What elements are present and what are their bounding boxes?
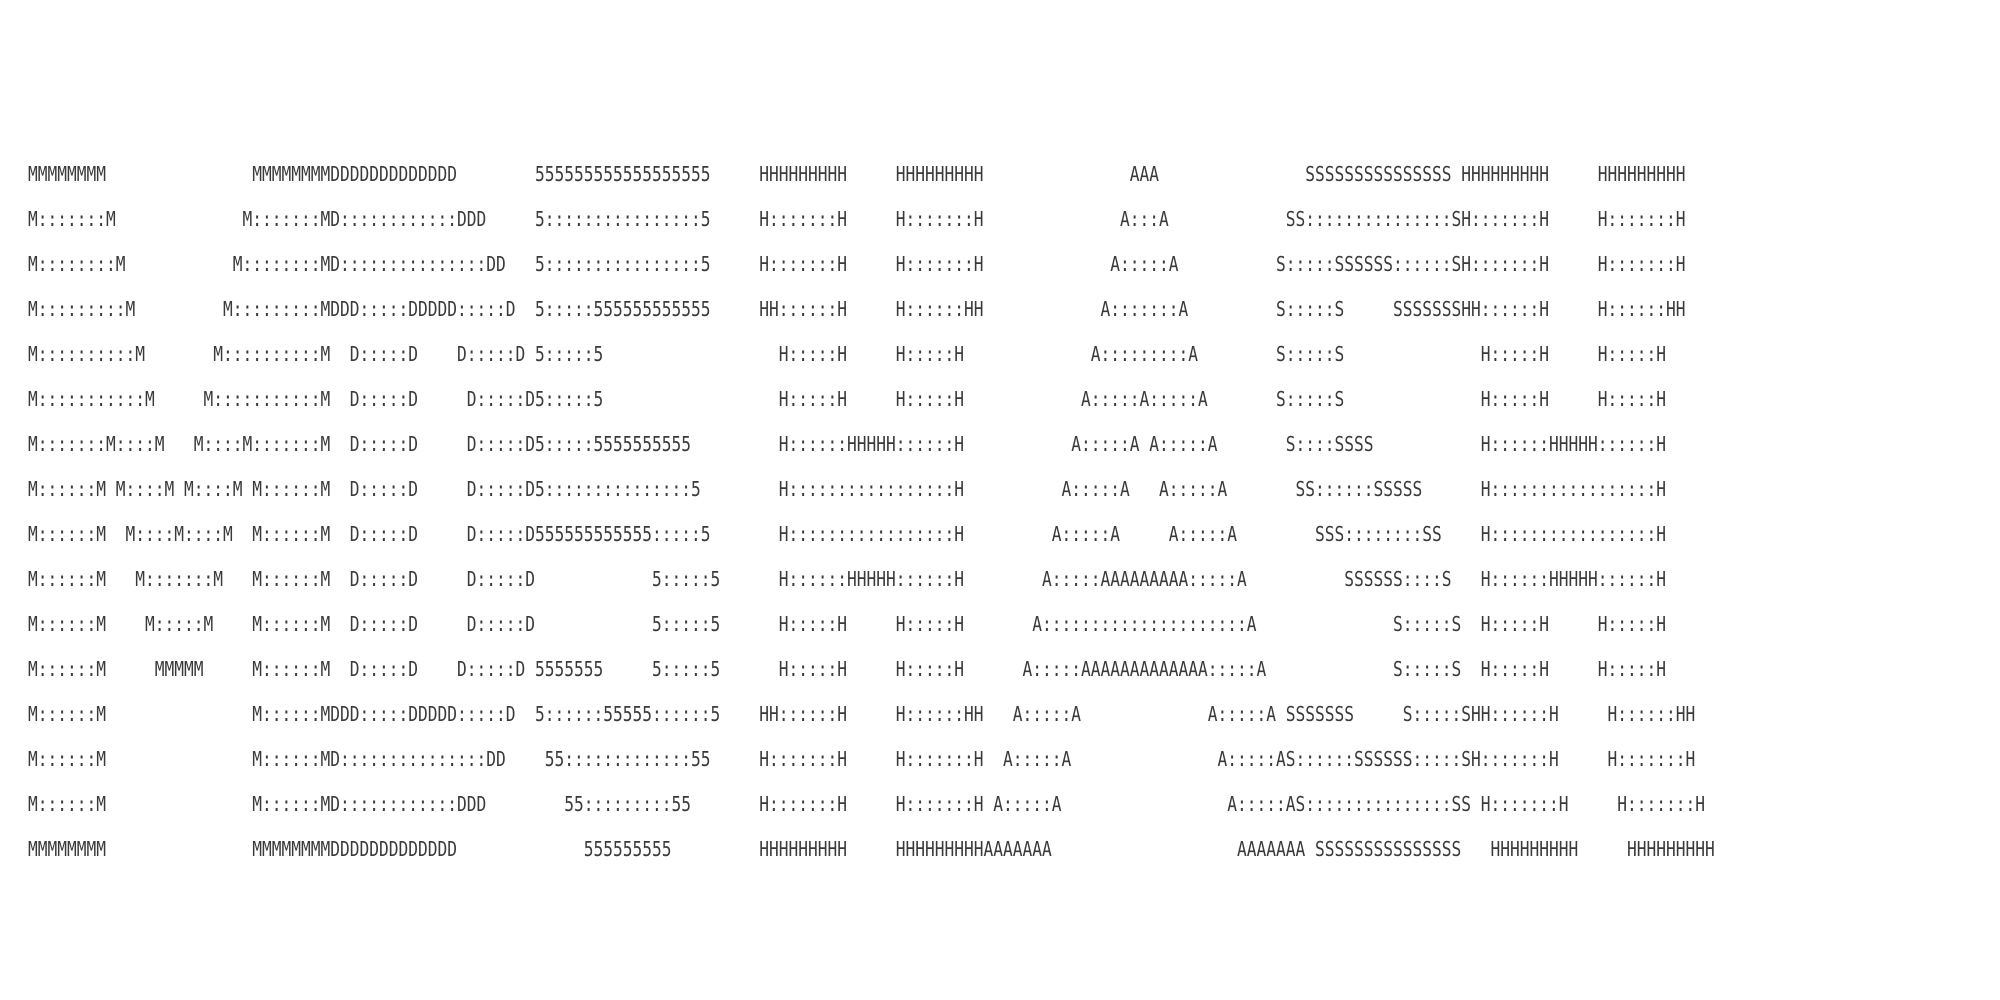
ascii-art-line-15: M::::::M M::::::MD::::::::::::DDD 55::::… xyxy=(28,792,1706,816)
ascii-art-line-1: MMMMMMMM MMMMMMMMDDDDDDDDDDDDD 555555555… xyxy=(28,162,1686,186)
ascii-art-line-4: M:::::::::M M:::::::::MDDD:::::DDDDD::::… xyxy=(28,297,1686,321)
ascii-art-line-14: M::::::M M::::::MD:::::::::::::::DD 55::… xyxy=(28,747,1696,771)
ascii-art-line-7: M:::::::M::::M M::::M:::::::M D:::::D D:… xyxy=(28,432,1667,456)
ascii-art-line-16: MMMMMMMM MMMMMMMMDDDDDDDDDDDDD 555555555… xyxy=(28,837,1715,861)
ascii-art-line-9: M::::::M M::::M::::M M::::::M D:::::D D:… xyxy=(28,522,1667,546)
page: { "ascii_art": { "lines": [ "MMMMMMMM MM… xyxy=(0,0,2000,1000)
ascii-art-line-12: M::::::M MMMMM M::::::M D:::::D D:::::D … xyxy=(28,657,1667,681)
ascii-art-line-6: M:::::::::::M M:::::::::::M D:::::D D:::… xyxy=(28,387,1667,411)
ascii-art-line-2: M:::::::M M:::::::MD::::::::::::DDD 5:::… xyxy=(28,207,1686,231)
ascii-art-line-5: M::::::::::M M::::::::::M D:::::D D:::::… xyxy=(28,342,1667,366)
ascii-art-line-11: M::::::M M:::::M M::::::M D:::::D D:::::… xyxy=(28,612,1667,636)
ascii-art-banner: MMMMMMMM MMMMMMMMDDDDDDDDDDDDD 555555555… xyxy=(28,152,1978,872)
ascii-art-line-10: M::::::M M:::::::M M::::::M D:::::D D:::… xyxy=(28,567,1667,591)
ascii-art-line-3: M::::::::M M::::::::MD:::::::::::::::DD … xyxy=(28,252,1686,276)
ascii-art-line-13: M::::::M M::::::MDDD:::::DDDDD:::::D 5::… xyxy=(28,702,1696,726)
ascii-art-line-8: M::::::M M::::M M::::M M::::::M D:::::D … xyxy=(28,477,1667,501)
